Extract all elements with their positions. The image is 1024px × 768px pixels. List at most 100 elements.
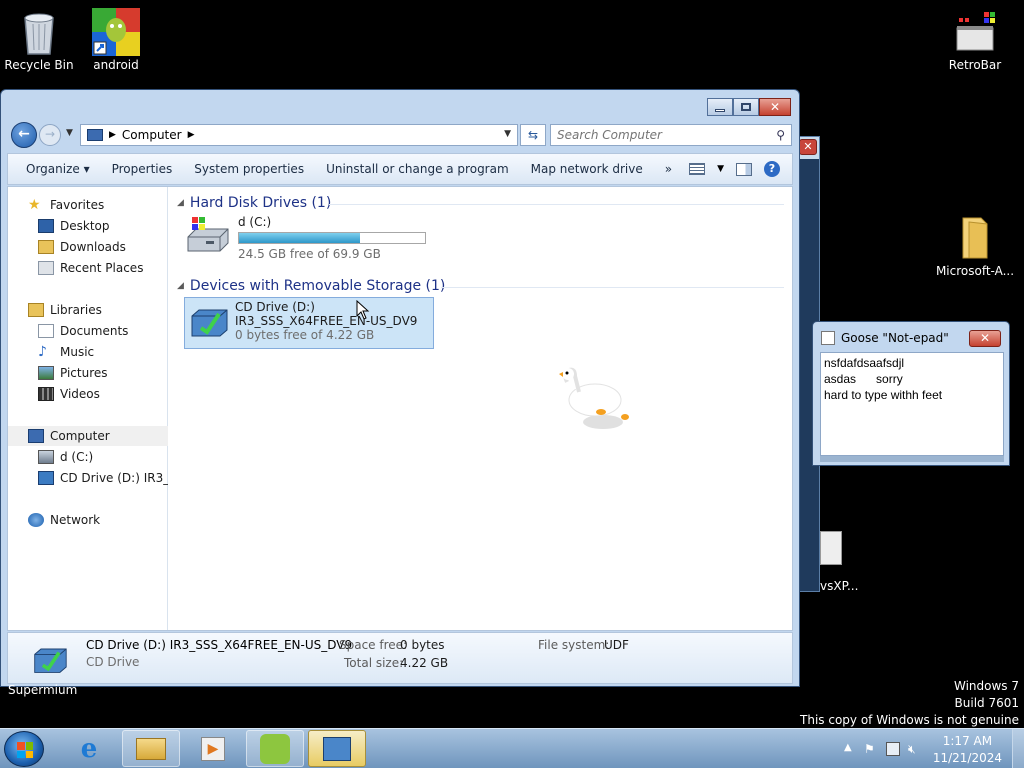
breadcrumb-computer[interactable]: Computer: [122, 128, 182, 142]
cd-drive-icon: [32, 641, 68, 675]
navigation-pane: ★ Favorites Desktop Downloads Recent Pla…: [8, 187, 168, 630]
nav-pictures-label: Pictures: [60, 366, 108, 380]
uninstall-program-button[interactable]: Uninstall or change a program: [315, 162, 520, 176]
details-drive-type: CD Drive: [86, 655, 140, 669]
nav-documents-label: Documents: [60, 324, 129, 338]
group-removable-storage[interactable]: ◢ Devices with Removable Storage (1): [177, 278, 445, 294]
notification-area: ▲ ⚑ 🔇︎ 1:17 AM 11/21/2024: [834, 729, 1024, 768]
network-status-icon[interactable]: [886, 742, 900, 756]
nav-drive-c[interactable]: d (C:): [8, 447, 168, 467]
collapse-triangle-icon[interactable]: ◢: [177, 198, 184, 208]
organize-label: Organize: [26, 162, 80, 176]
microsoft-folder-desktop-icon[interactable]: Microsoft-A...: [931, 214, 1019, 278]
back-button[interactable]: ←: [11, 122, 37, 148]
downloads-folder-icon: [38, 240, 54, 254]
more-commands-button[interactable]: »: [654, 162, 683, 176]
recent-pages-dropdown[interactable]: ▼: [66, 128, 73, 138]
watermark-line-3: This copy of Windows is not genuine: [800, 713, 1019, 727]
mouse-cursor-icon: [356, 300, 370, 320]
drive-c-usage-fill: [239, 233, 360, 243]
preview-pane-icon[interactable]: [736, 162, 752, 176]
group-hdd-label: Hard Disk Drives (1): [189, 195, 332, 211]
volume-muted-icon[interactable]: 🔇︎: [908, 742, 922, 756]
start-button[interactable]: [4, 731, 44, 767]
taskbar-file-explorer[interactable]: [122, 730, 180, 767]
taskbar-internet-explorer[interactable]: e: [60, 730, 118, 767]
network-icon: [28, 513, 44, 527]
nav-computer[interactable]: Computer: [8, 426, 168, 446]
background-window-close-button[interactable]: ✕: [799, 139, 817, 155]
collapse-triangle-icon[interactable]: ◢: [177, 281, 184, 291]
folder-icon: [136, 737, 166, 760]
nav-favorites-label: Favorites: [50, 198, 105, 212]
help-icon[interactable]: ?: [764, 161, 780, 177]
document-icon[interactable]: [820, 531, 842, 565]
clock-date: 11/21/2024: [932, 751, 1002, 765]
nav-pictures[interactable]: Pictures: [8, 363, 168, 383]
desktop-goose[interactable]: [553, 362, 633, 432]
cd-drive-icon: [38, 471, 54, 485]
cd-drive-icon: [323, 736, 351, 761]
nav-videos-label: Videos: [60, 387, 100, 401]
android-desktop-icon[interactable]: android: [74, 8, 158, 72]
hard-drive-icon: [184, 215, 232, 255]
drive-d-item[interactable]: CD Drive (D:) IR3_SSS_X64FREE_EN-US_DV9 …: [184, 297, 434, 349]
notepad-close-button[interactable]: ✕: [969, 330, 1001, 347]
nav-downloads[interactable]: Downloads: [8, 237, 168, 257]
nav-music[interactable]: ♪ Music: [8, 342, 168, 362]
system-properties-button[interactable]: System properties: [183, 162, 315, 176]
notepad-status-bar: [820, 456, 1004, 462]
recycle-bin-desktop-icon[interactable]: Recycle Bin: [0, 8, 81, 72]
refresh-button[interactable]: ⇆: [520, 124, 546, 146]
show-hidden-icons-icon[interactable]: ▲: [844, 742, 858, 756]
action-center-flag-icon[interactable]: ⚑: [864, 742, 878, 756]
drive-c-item[interactable]: d (C:) 24.5 GB free of 69.9 GB: [184, 215, 426, 261]
maximize-button[interactable]: [733, 98, 759, 116]
organize-button[interactable]: Organize ▾: [8, 162, 101, 176]
nav-videos[interactable]: Videos: [8, 384, 168, 404]
forward-button[interactable]: →: [39, 124, 61, 146]
nav-music-label: Music: [60, 345, 95, 359]
search-icon[interactable]: ⚲: [776, 128, 785, 142]
address-dropdown-icon[interactable]: ▼: [504, 129, 511, 139]
nav-favorites[interactable]: ★ Favorites: [8, 195, 168, 215]
nav-desktop[interactable]: Desktop: [8, 216, 168, 236]
nav-recent-places[interactable]: Recent Places: [8, 258, 168, 278]
explorer-window[interactable]: ✕ ← → ▼ ▶ Computer ▶ ▼ ⇆ ⚲ Organize ▾ Pr…: [0, 89, 800, 687]
notepad-text-area[interactable]: [820, 352, 1004, 456]
media-player-icon: ▶: [201, 736, 225, 761]
taskbar-cd-drive-window[interactable]: [308, 730, 366, 767]
search-input[interactable]: [557, 128, 767, 142]
nav-documents[interactable]: Documents: [8, 321, 168, 341]
hard-drive-icon: [38, 450, 54, 464]
breadcrumb-chevron-icon[interactable]: ▶: [188, 130, 195, 140]
show-desktop-button[interactable]: [1012, 729, 1024, 768]
navigation-bar: ← → ▼ ▶ Computer ▶ ▼ ⇆ ⚲: [9, 122, 793, 148]
change-view-icon[interactable]: [689, 163, 706, 175]
nav-downloads-label: Downloads: [60, 240, 126, 254]
search-box[interactable]: ⚲: [550, 124, 792, 146]
pictures-icon: [38, 366, 54, 380]
system-clock[interactable]: 1:17 AM 11/21/2024: [933, 733, 1002, 767]
properties-button[interactable]: Properties: [101, 162, 184, 176]
goose-notepad-window[interactable]: Goose "Not-epad" ✕: [812, 321, 1010, 466]
address-bar[interactable]: ▶ Computer ▶ ▼: [80, 124, 518, 146]
details-pane: CD Drive (D:) IR3_SSS_X64FREE_EN-US_DV9 …: [7, 632, 793, 684]
nav-network[interactable]: Network: [8, 510, 168, 530]
view-dropdown-icon[interactable]: ▼: [717, 164, 724, 174]
minimize-button[interactable]: [707, 98, 733, 116]
taskbar-media-player[interactable]: ▶: [184, 730, 242, 767]
taskbar-goose-app[interactable]: [246, 730, 304, 767]
nav-computer-label: Computer: [50, 429, 110, 443]
close-button[interactable]: ✕: [759, 98, 791, 116]
group-hard-disk-drives[interactable]: ◢ Hard Disk Drives (1): [177, 195, 331, 211]
videos-icon: [38, 387, 54, 401]
android-icon: [92, 8, 140, 56]
retrobar-label: RetroBar: [948, 58, 1002, 72]
breadcrumb-arrow-icon[interactable]: ▶: [109, 130, 116, 140]
nav-libraries[interactable]: Libraries: [8, 300, 168, 320]
nav-drive-d[interactable]: CD Drive (D:) IR3_SSS: [8, 468, 168, 488]
map-network-drive-button[interactable]: Map network drive: [520, 162, 654, 176]
group-divider: [329, 204, 784, 205]
retrobar-desktop-icon[interactable]: RetroBar: [933, 8, 1017, 72]
